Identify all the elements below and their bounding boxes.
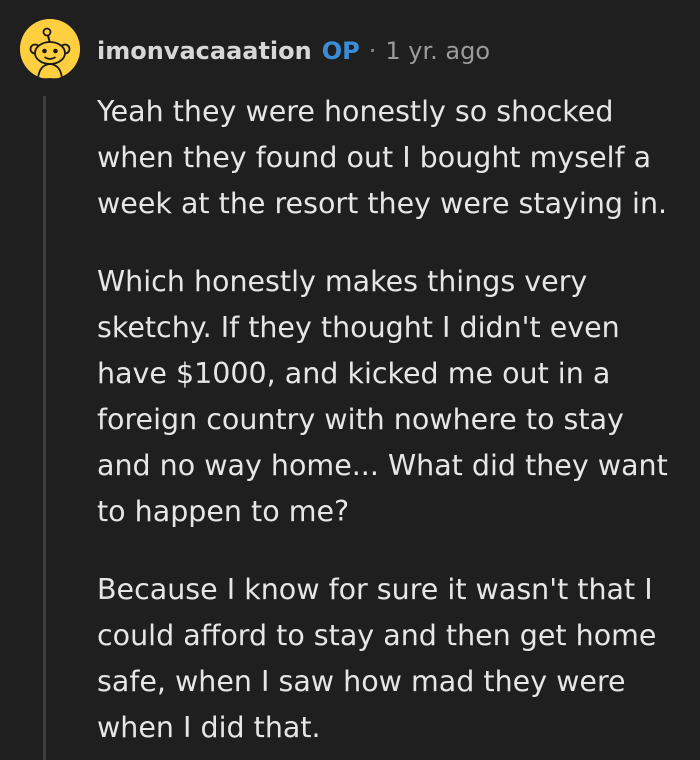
comment-timestamp[interactable]: 1 yr. ago [385,37,490,65]
thread-line[interactable] [43,96,46,760]
comment-body: Yeah they were honestly so shocked when … [97,89,687,760]
comment-paragraph: Yeah they were honestly so shocked when … [97,95,668,220]
comment-paragraph: Which honestly makes things very sketchy… [97,265,668,528]
separator-dot: · [368,37,377,65]
snoo-avatar-icon [20,19,80,79]
comment-paragraph: Because I know for sure it wasn't that I… [97,573,657,744]
username-link[interactable]: imonvacaaation [97,37,312,65]
comment-header: imonvacaaation OP · 1 yr. ago [97,34,490,68]
op-badge: OP [321,37,360,65]
user-avatar[interactable] [20,19,80,79]
